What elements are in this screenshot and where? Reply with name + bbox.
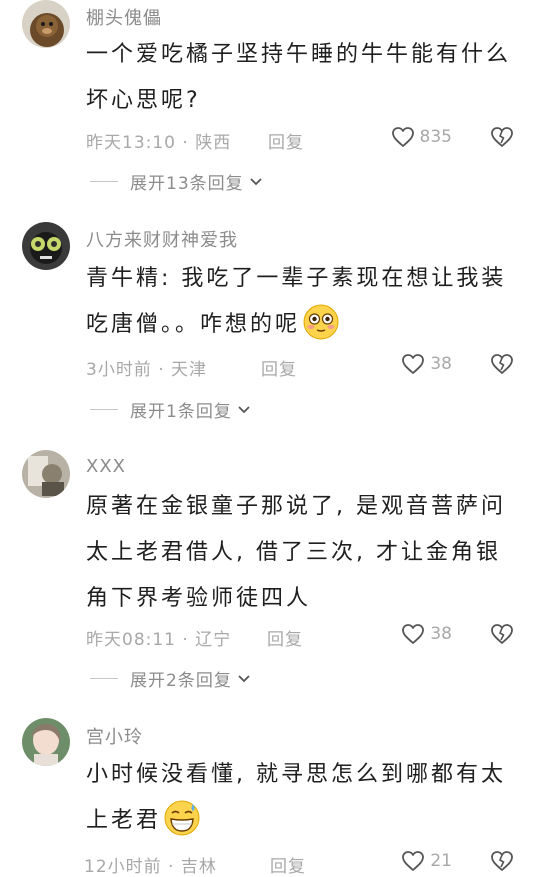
- expand-replies-button[interactable]: 展开2条回复: [90, 666, 252, 691]
- timestamp-location: 昨天08:11 · 辽宁: [86, 630, 232, 650]
- expand-replies-button[interactable]: 展开1条回复: [90, 397, 252, 422]
- comment-meta: 12小时前 · 吉林 回复 21: [84, 850, 526, 877]
- username[interactable]: 宫小玲: [86, 723, 143, 749]
- divider-line: [90, 678, 118, 679]
- divider-line: [90, 181, 118, 182]
- chevron-down-icon: [238, 405, 250, 413]
- flushed-emoji-icon: [302, 303, 340, 341]
- expand-replies-label: 展开1条回复: [130, 402, 232, 422]
- reply-button[interactable]: 回复: [268, 128, 304, 153]
- like-button[interactable]: 835: [391, 126, 452, 148]
- avatar[interactable]: [22, 0, 70, 48]
- like-count: 835: [419, 127, 452, 147]
- timestamp-location: 3小时前 · 天津: [86, 360, 208, 380]
- dislike-button[interactable]: [490, 353, 514, 380]
- avatar[interactable]: [22, 222, 70, 270]
- comment-meta: 3小时前 · 天津 回复 38: [86, 353, 526, 380]
- chevron-down-icon: [238, 674, 250, 682]
- like-button[interactable]: 38: [401, 353, 452, 375]
- avatar[interactable]: [22, 450, 70, 498]
- chevron-down-icon: [250, 177, 262, 185]
- reply-button[interactable]: 回复: [267, 625, 303, 650]
- dislike-button[interactable]: [490, 623, 514, 650]
- reply-button[interactable]: 回复: [261, 355, 297, 380]
- timestamp-location: 昨天13:10 · 陕西: [86, 133, 232, 153]
- comment-meta: 昨天08:11 · 辽宁 回复 38: [86, 623, 526, 650]
- comment-text-content: 一个爱吃橘子坚持午睡的牛牛能有什么坏心思呢?: [86, 42, 512, 113]
- username[interactable]: XXX: [86, 456, 126, 477]
- avatar[interactable]: [22, 718, 70, 766]
- broken-heart-icon: [491, 127, 513, 147]
- comment-text: 小时候没看懂, 就寻思怎么到哪都有太上老君: [86, 752, 516, 844]
- like-count: 21: [430, 851, 452, 871]
- reply-button[interactable]: 回复: [270, 852, 306, 877]
- heart-outline-icon: [402, 354, 425, 374]
- comment-text: 原著在金银童子那说了, 是观音菩萨问太上老君借人, 借了三次, 才让金角银角下界…: [86, 484, 516, 622]
- heart-outline-icon: [391, 127, 414, 147]
- sweat-smile-emoji-icon: [163, 799, 201, 837]
- divider-line: [90, 409, 118, 410]
- comment-text-content: 原著在金银童子那说了, 是观音菩萨问太上老君借人, 借了三次, 才让金角银角下界…: [86, 494, 506, 611]
- like-count: 38: [430, 354, 452, 374]
- comment-meta: 昨天13:10 · 陕西 回复 835: [86, 126, 526, 153]
- timestamp-location: 12小时前 · 吉林: [84, 857, 217, 877]
- heart-outline-icon: [402, 624, 425, 644]
- dislike-button[interactable]: [490, 126, 514, 153]
- comment-text: 一个爱吃橘子坚持午睡的牛牛能有什么坏心思呢?: [86, 32, 516, 124]
- like-count: 38: [430, 624, 452, 644]
- like-button[interactable]: 21: [401, 850, 452, 872]
- like-button[interactable]: 38: [401, 623, 452, 645]
- username[interactable]: 棚头傀儡: [86, 4, 162, 30]
- comment-text-content: 小时候没看懂, 就寻思怎么到哪都有太上老君: [86, 762, 506, 833]
- expand-replies-label: 展开2条回复: [130, 671, 232, 691]
- expand-replies-label: 展开13条回复: [130, 174, 244, 194]
- comment-text: 青牛精: 我吃了一辈子素现在想让我装吃唐僧。。咋想的呢: [86, 256, 516, 348]
- comment-text-content: 青牛精: 我吃了一辈子素现在想让我装吃唐僧。。咋想的呢: [86, 266, 507, 337]
- broken-heart-icon: [491, 851, 513, 871]
- username[interactable]: 八方来财财神爱我: [86, 226, 238, 252]
- broken-heart-icon: [491, 624, 513, 644]
- expand-replies-button[interactable]: 展开13条回复: [90, 169, 264, 194]
- heart-outline-icon: [402, 851, 425, 871]
- broken-heart-icon: [491, 354, 513, 374]
